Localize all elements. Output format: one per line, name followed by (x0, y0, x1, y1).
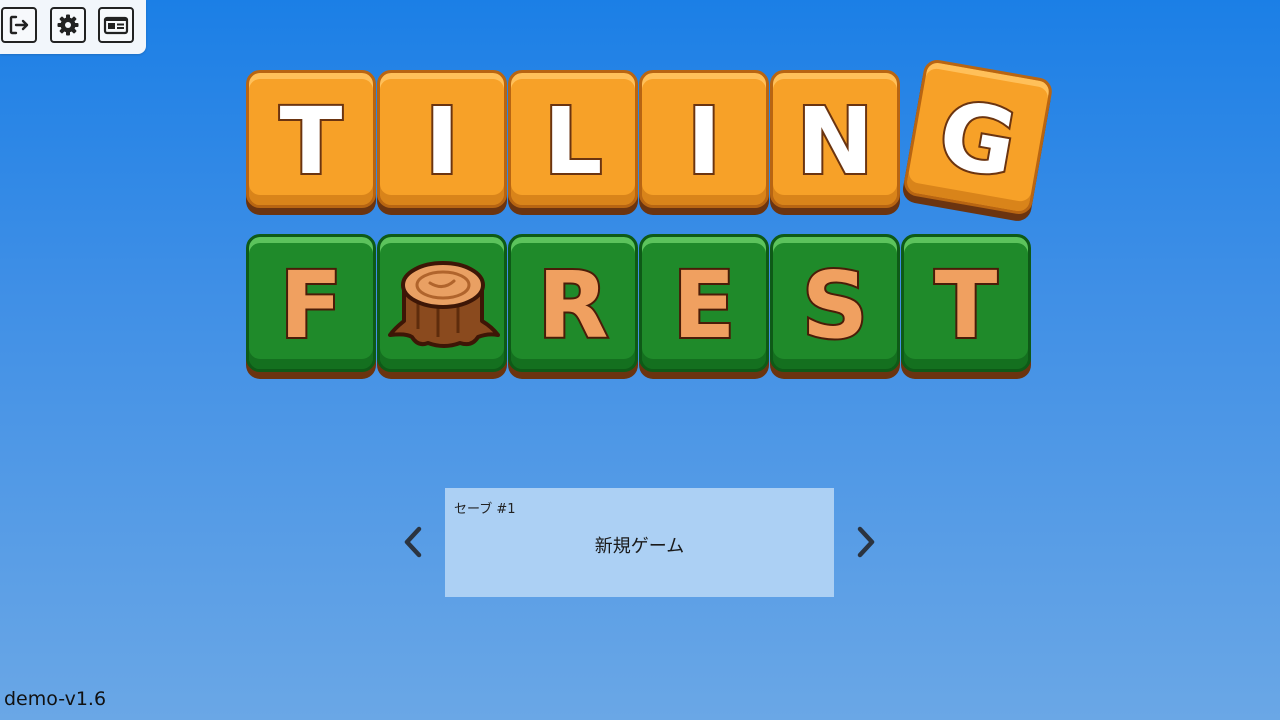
save-slot-label: セーブ #1 (454, 502, 516, 517)
top-toolbar (0, 0, 146, 54)
prev-save-button[interactable] (395, 524, 431, 564)
title-tile-r: R (508, 234, 638, 372)
tree-stump-icon (388, 251, 500, 355)
title-tile-t2: T (901, 234, 1031, 372)
title-letter: T (278, 86, 345, 197)
title-letter: F (278, 250, 345, 361)
title-letter: T (933, 250, 1000, 361)
gear-icon (56, 13, 80, 37)
title-letter: N (795, 86, 876, 197)
title-tile-t: T (246, 70, 376, 208)
title-tile-f: F (246, 234, 376, 372)
exit-button[interactable] (1, 7, 37, 43)
chevron-left-icon (401, 525, 425, 563)
title-letter: I (685, 86, 723, 197)
title-tile-n: N (770, 70, 900, 208)
title-letter: S (800, 250, 870, 361)
title-tile-o (377, 234, 507, 372)
save-slot-card[interactable]: セーブ #1 新規ゲーム (445, 488, 834, 597)
settings-button[interactable] (50, 7, 86, 43)
id-card-icon (103, 13, 129, 37)
title-tile-l: L (508, 70, 638, 208)
credits-button[interactable] (98, 7, 134, 43)
version-label: demo-v1.6 (4, 688, 107, 710)
chevron-right-icon (854, 525, 878, 563)
title-letter: E (671, 250, 738, 361)
title-tile-e: E (639, 234, 769, 372)
exit-icon (7, 13, 31, 37)
title-tile-g: G (902, 57, 1054, 217)
next-save-button[interactable] (848, 524, 884, 564)
title-letter: L (542, 86, 605, 197)
title-letter: I (423, 86, 461, 197)
title-tile-i: I (377, 70, 507, 208)
title-letter: R (536, 250, 611, 361)
title-letter: G (929, 78, 1026, 200)
title-tile-s: S (770, 234, 900, 372)
title-tile-i2: I (639, 70, 769, 208)
save-slot-title: 新規ゲーム (594, 536, 685, 557)
